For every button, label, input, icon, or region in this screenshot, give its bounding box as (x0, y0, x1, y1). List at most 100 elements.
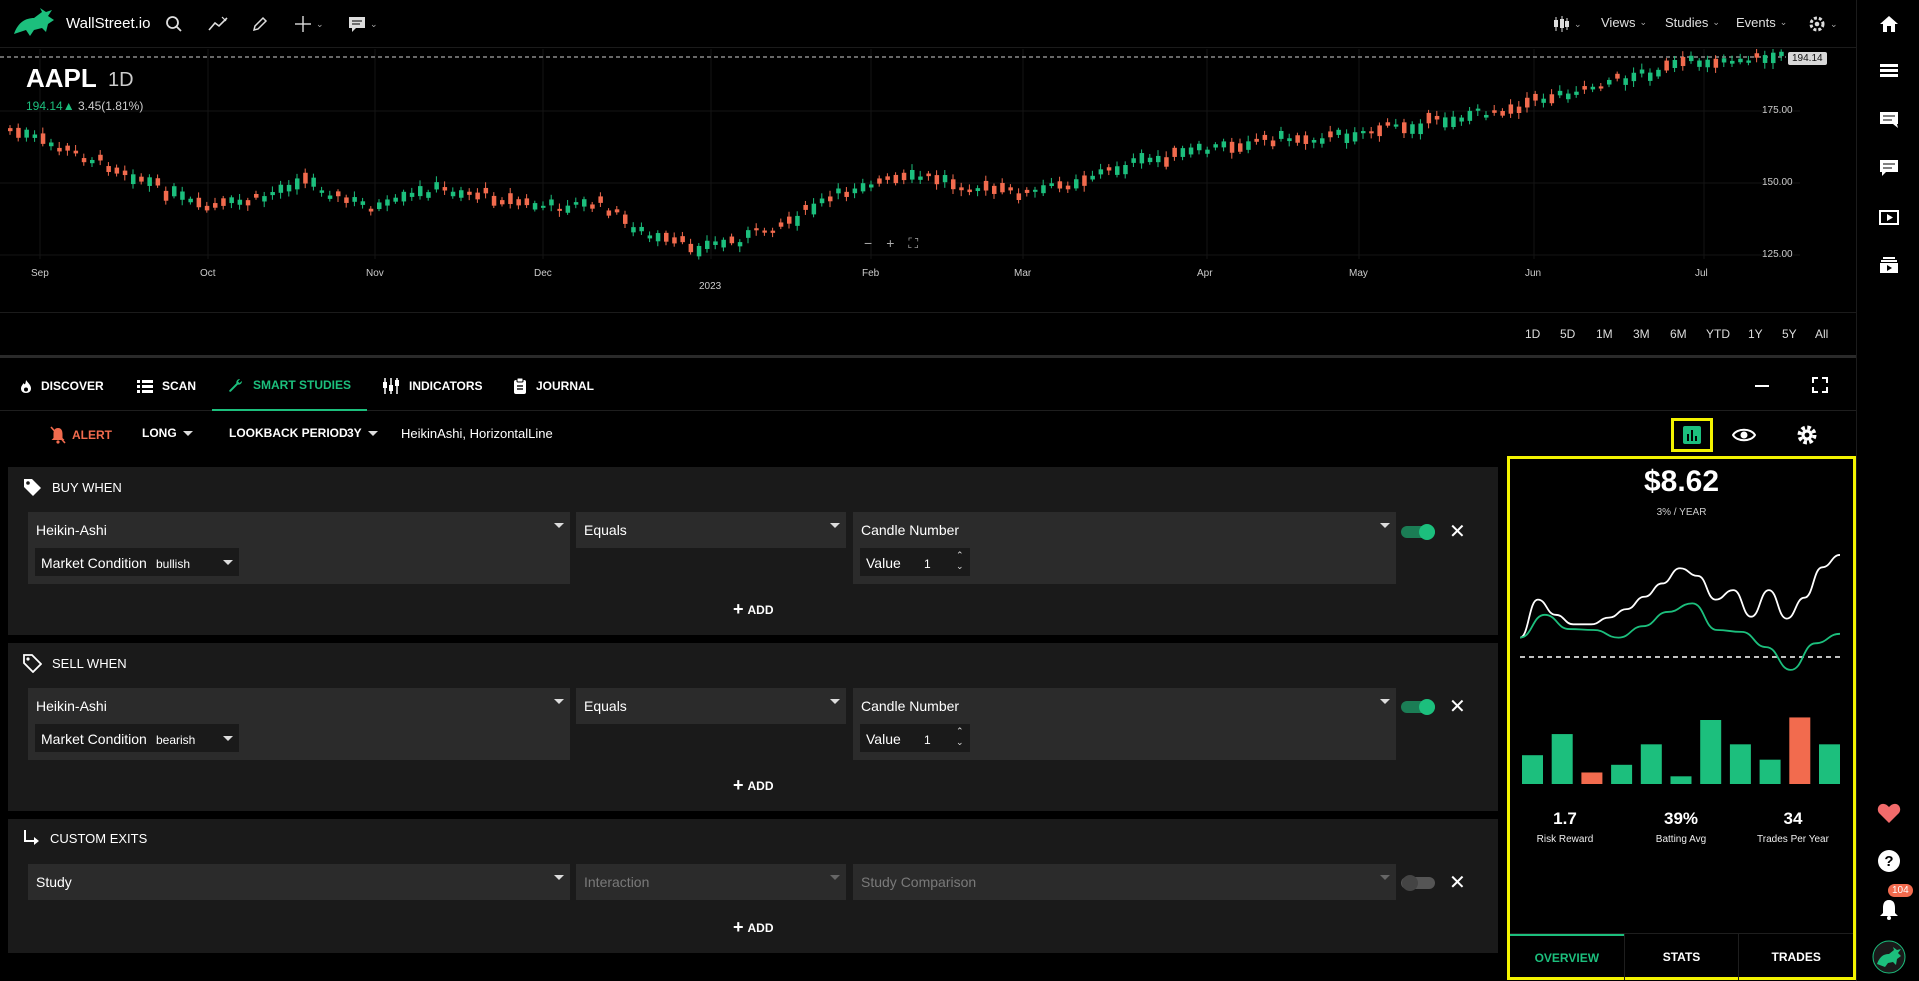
candle-body (1377, 125, 1382, 137)
candle-body (327, 195, 333, 199)
exit-target-select[interactable]: Study Comparison (853, 864, 1396, 900)
candle-body (1402, 122, 1407, 134)
remove-rule-icon[interactable]: ✕ (1449, 694, 1466, 719)
candle-body (1082, 175, 1087, 186)
candle-body (1246, 141, 1251, 150)
views-menu[interactable]: Views ⌄ (1601, 15, 1647, 30)
range-3m[interactable]: 3M (1633, 327, 1650, 341)
candle-body (1123, 165, 1128, 175)
buy-param-select[interactable]: Market Condition bullish (35, 548, 239, 576)
logo[interactable]: WallStreet.io (12, 4, 150, 42)
range-all[interactable]: All (1815, 327, 1828, 341)
candle-body (696, 245, 702, 257)
value-label: Value (866, 555, 901, 571)
range-1m[interactable]: 1M (1596, 327, 1613, 341)
sell-param-select[interactable]: Market Condition bearish (35, 724, 239, 752)
candle-body (967, 189, 972, 193)
candle-body (40, 133, 46, 144)
buy-add-button[interactable]: + ADD (733, 599, 774, 620)
timeframe-label[interactable]: 1D (108, 69, 134, 92)
chevron-down-icon: ⌄ (1830, 18, 1838, 29)
lookback-select[interactable]: 3Y (347, 426, 378, 440)
candle-body (598, 196, 603, 203)
range-1d[interactable]: 1D (1525, 327, 1540, 341)
buy-enabled-toggle[interactable] (1401, 523, 1437, 541)
eye-icon[interactable] (1731, 424, 1757, 449)
range-1y[interactable]: 1Y (1748, 327, 1763, 341)
remove-rule-icon[interactable]: ✕ (1449, 870, 1466, 895)
pencil-icon[interactable] (251, 12, 269, 36)
candle-body (623, 214, 628, 224)
buy-target-select[interactable]: Candle Number Value 1 ⌃ ⌄ (853, 512, 1396, 584)
x-axis-label: May (1349, 268, 1368, 279)
exit-operator-select[interactable]: Interaction (576, 864, 846, 900)
range-ytd[interactable]: YTD (1706, 327, 1730, 341)
return-per-year: 3% / YEAR (1656, 507, 1707, 518)
minimize-icon[interactable] (1755, 385, 1769, 387)
media-library-icon[interactable] (1857, 250, 1919, 280)
price-chart[interactable]: AAPL 1D 194.14▲ 3.45(1.81%) 194.14 175.0… (0, 49, 1856, 311)
studies-menu[interactable]: Studies ⌄ (1665, 15, 1720, 30)
direction-select[interactable]: LONG (142, 426, 193, 440)
heart-icon[interactable] (1857, 798, 1919, 828)
range-5d[interactable]: 5D (1560, 327, 1575, 341)
buy-study-select[interactable]: Heikin-Ashi Market Condition bullish (28, 512, 570, 584)
events-label: Events (1736, 15, 1776, 30)
messages-icon[interactable] (1857, 153, 1919, 183)
candle-body (65, 145, 70, 151)
tab-scan[interactable]: SCAN (137, 361, 196, 411)
candle-body (418, 186, 423, 197)
performance-chart[interactable] (1510, 519, 1853, 849)
remove-rule-icon[interactable]: ✕ (1449, 519, 1466, 544)
chat-icon[interactable] (1857, 105, 1919, 135)
notifications-bell-icon[interactable] (1857, 894, 1919, 924)
exit-add-button[interactable]: + ADD (733, 917, 774, 938)
buy-value-stepper[interactable]: Value 1 ⌃ ⌄ (860, 548, 970, 576)
backtest-results-button[interactable] (1671, 418, 1713, 452)
candle-body (221, 198, 226, 206)
tab-trades[interactable]: TRADES (1738, 934, 1853, 980)
maximize-icon[interactable] (1812, 377, 1828, 396)
events-menu[interactable]: Events ⌄ (1736, 15, 1787, 30)
zoom-out-icon[interactable]: − (864, 235, 872, 252)
user-avatar[interactable] (1857, 939, 1919, 975)
crosshair-icon[interactable]: ⌄ (294, 12, 324, 36)
tab-smart-studies[interactable]: SMART STUDIES (212, 361, 368, 411)
settings-gear-icon[interactable]: ⌄ (1808, 12, 1838, 36)
sell-value-stepper[interactable]: Value 1 ⌃ ⌄ (860, 724, 970, 752)
sell-add-button[interactable]: + ADD (733, 775, 774, 796)
video-icon[interactable] (1857, 202, 1919, 232)
range-5y[interactable]: 5Y (1782, 327, 1797, 341)
exit-enabled-toggle[interactable] (1401, 874, 1437, 892)
tab-journal[interactable]: JOURNAL (513, 361, 594, 411)
tab-stats[interactable]: STATS (1623, 934, 1739, 980)
sell-target-select[interactable]: Candle Number Value 1 ⌃ ⌄ (853, 688, 1396, 760)
tab-overview[interactable]: OVERVIEW (1510, 934, 1624, 980)
stepper-arrows-icon[interactable]: ⌃ ⌄ (956, 726, 964, 748)
comment-icon[interactable]: ⌄ (348, 12, 378, 36)
range-6m[interactable]: 6M (1670, 327, 1687, 341)
help-icon[interactable]: ? (1857, 846, 1919, 876)
candle-body (459, 190, 464, 198)
tab-discover[interactable]: DISCOVER (20, 361, 104, 411)
tab-indicators[interactable]: INDICATORS (382, 361, 483, 411)
caret-down-icon (830, 523, 840, 528)
watchlist-icon[interactable] (1857, 56, 1919, 86)
sell-study-select[interactable]: Heikin-Ashi Market Condition bearish (28, 688, 570, 760)
buy-operator-select[interactable]: Equals (576, 512, 846, 548)
sell-enabled-toggle[interactable] (1401, 698, 1437, 716)
fit-screen-icon[interactable]: ⛶ (908, 235, 918, 252)
alert-toggle[interactable]: ALERT (50, 426, 112, 444)
chart-type-icon[interactable]: ⌄ (1552, 12, 1582, 36)
candle-body (286, 184, 292, 192)
stepper-arrows-icon[interactable]: ⌃ ⌄ (956, 550, 964, 572)
sell-operator-select[interactable]: Equals (576, 688, 846, 724)
home-icon[interactable] (1857, 9, 1919, 39)
candle-body (147, 177, 152, 186)
gear-icon[interactable] (1796, 424, 1818, 449)
y-axis-label: 125.00 (1762, 249, 1793, 260)
exit-study-select[interactable]: Study (28, 864, 570, 900)
zoom-in-icon[interactable]: + (886, 235, 894, 252)
trend-line-icon[interactable] (207, 12, 229, 36)
search-icon[interactable] (165, 12, 183, 36)
